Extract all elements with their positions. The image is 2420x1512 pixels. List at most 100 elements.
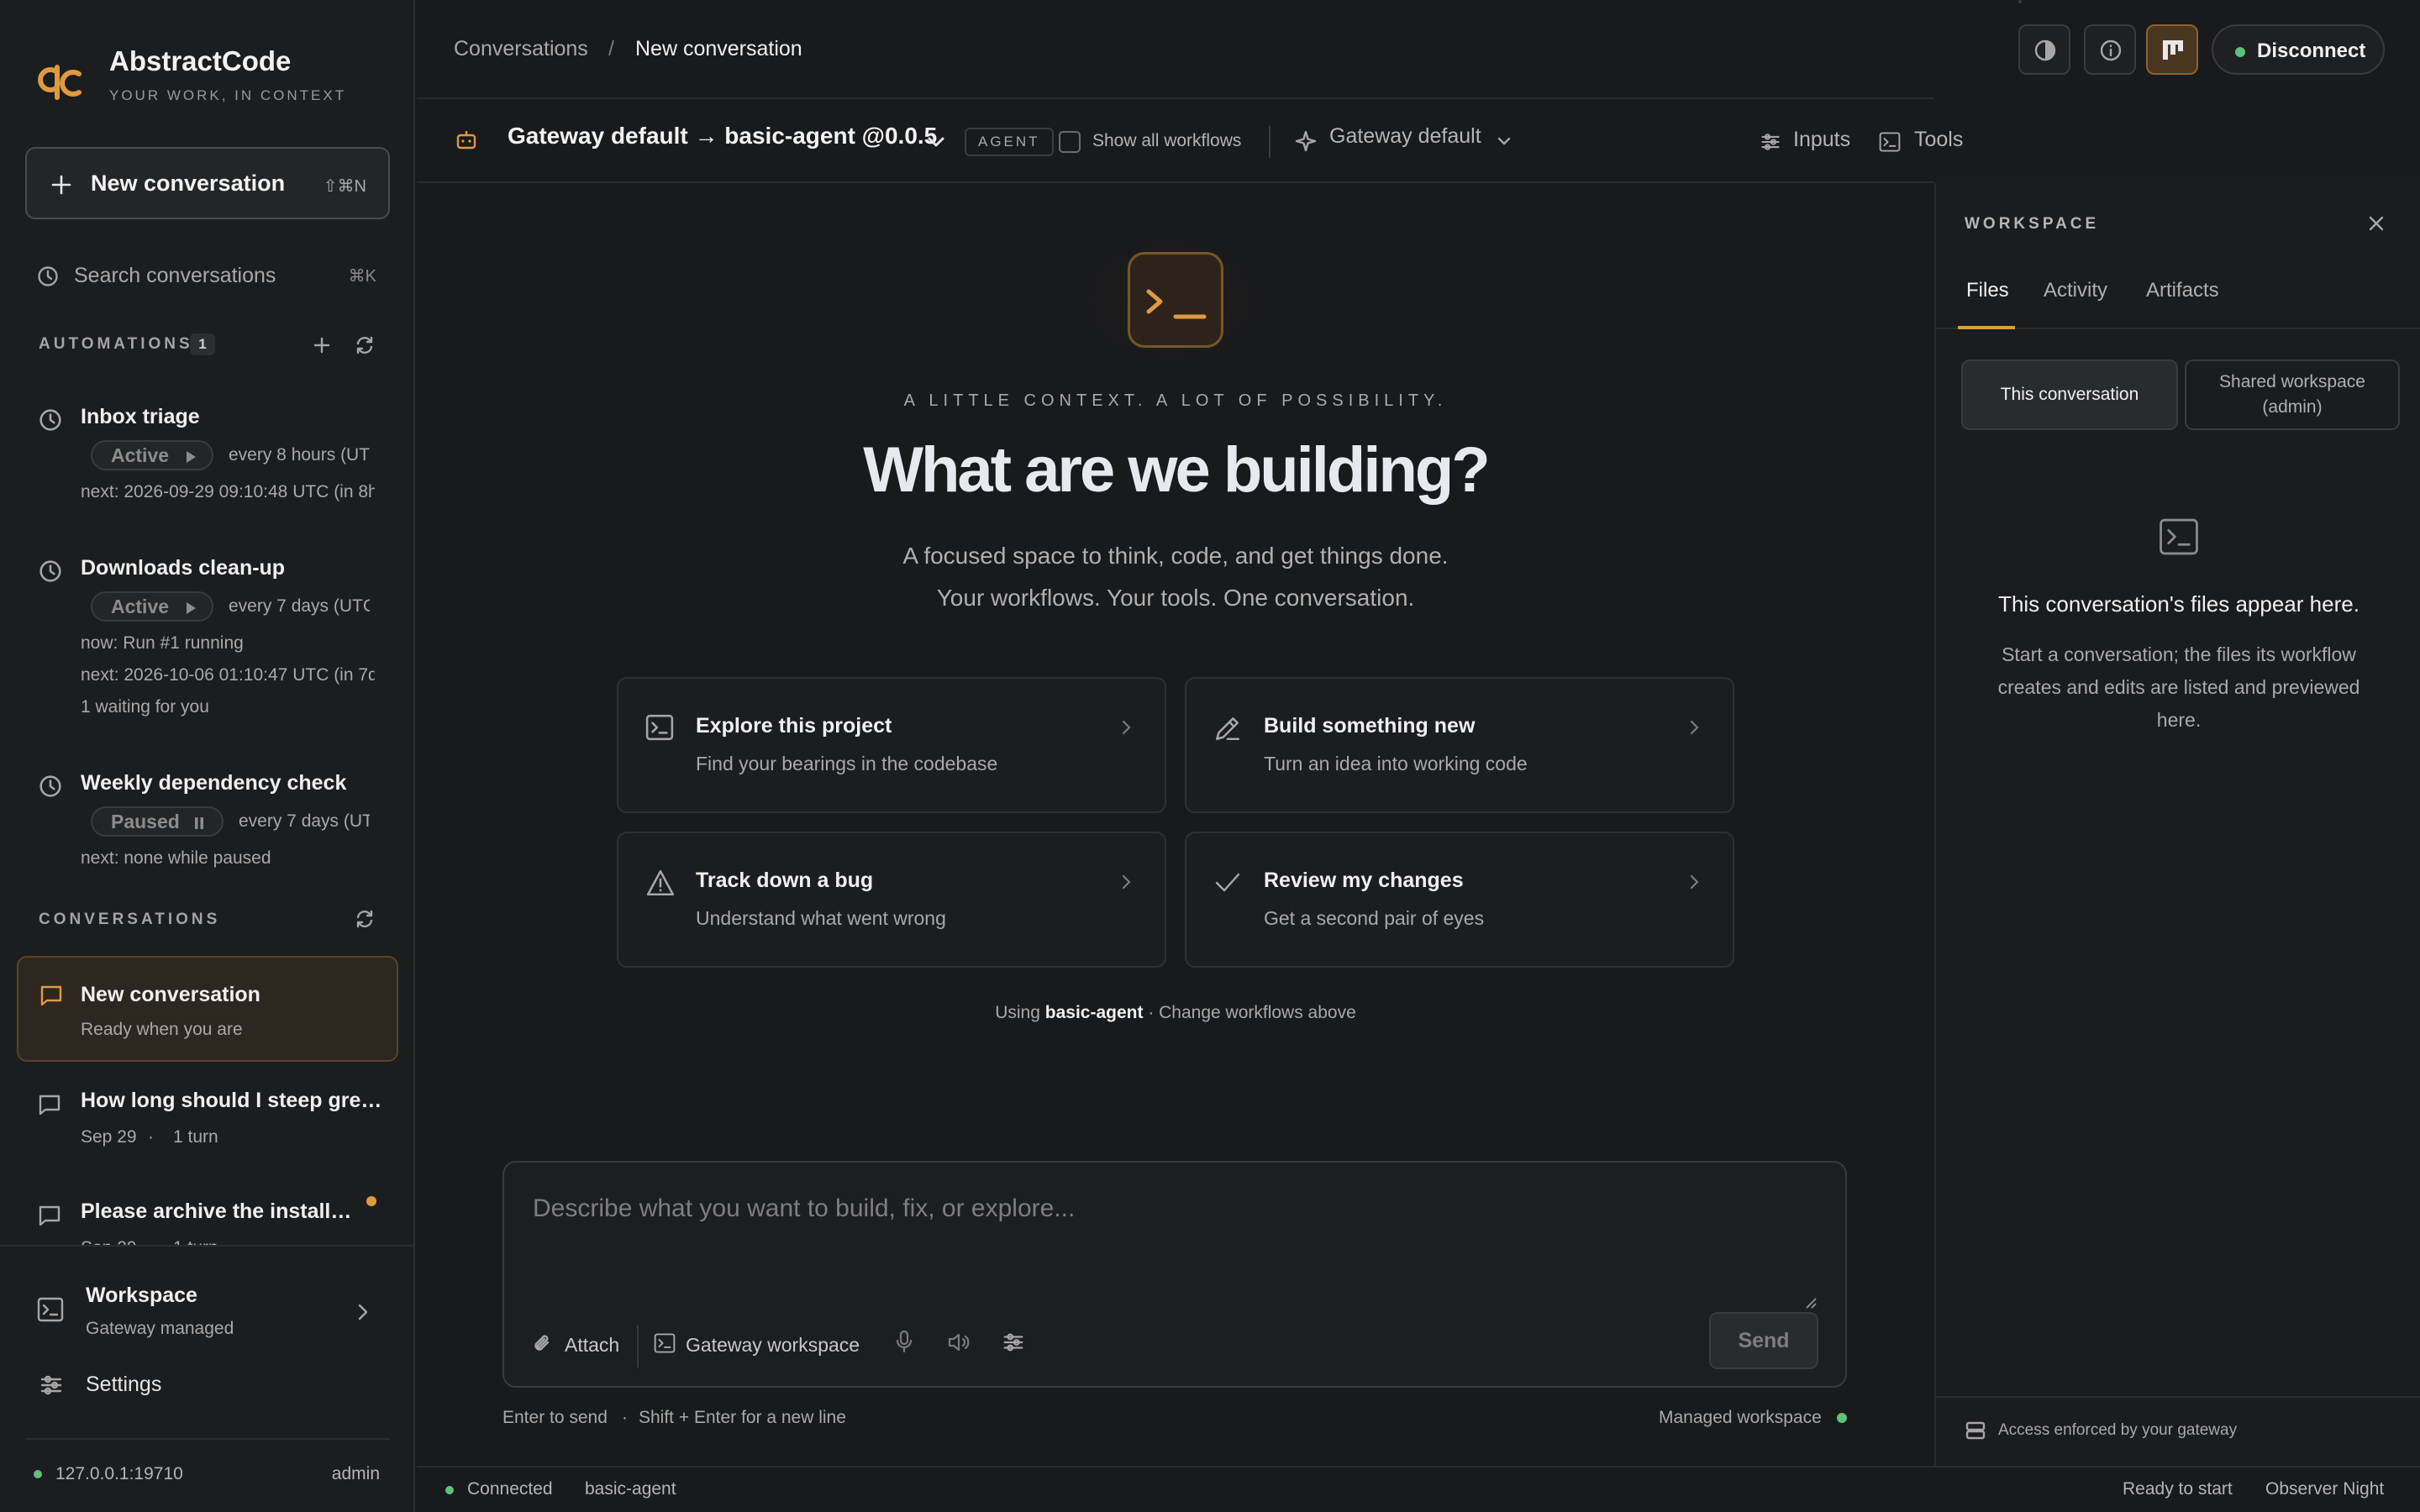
sliders-icon[interactable]: [1002, 1331, 1025, 1354]
show-all-checkbox[interactable]: [1059, 131, 1081, 153]
disconnect-label: Disconnect: [2257, 39, 2366, 62]
gateway-label: Gateway default: [1329, 124, 1481, 148]
hero-line-2: Your workflows. Your tools. One conversa…: [936, 585, 1415, 611]
chevron-right-icon: [1690, 874, 1699, 890]
tab-files[interactable]: Files: [1958, 262, 2015, 329]
app-tagline: YOUR WORK, IN CONTEXT: [109, 87, 347, 103]
theme-toggle-button[interactable]: [2018, 24, 2070, 75]
automation-item[interactable]: Downloads clean-up Active every 7 days (…: [0, 546, 415, 731]
managed-status-dot: [1837, 1413, 1847, 1423]
suggestion-card-bug[interactable]: Track down a bug Understand what went wr…: [617, 832, 1166, 968]
status-ready: Ready to start: [2123, 1479, 2233, 1499]
breadcrumb-separator: /: [608, 37, 614, 60]
automation-waiting: 1 waiting for you: [81, 697, 209, 717]
divider: [1936, 1396, 2420, 1398]
disconnect-button[interactable]: Disconnect: [2212, 24, 2385, 75]
scope-shared-label: Shared workspace (admin): [2219, 372, 2365, 417]
inputs-label: Inputs: [1793, 128, 1851, 151]
send-button[interactable]: Send: [1709, 1312, 1818, 1369]
automation-title: Downloads clean-up: [81, 556, 286, 580]
status-badge[interactable]: Active: [91, 591, 213, 622]
chevron-right-icon: [1690, 720, 1699, 735]
message-input[interactable]: Describe what you want to build, fix, or…: [533, 1194, 1075, 1223]
terminal-icon: [645, 714, 674, 741]
suggestion-card-explore[interactable]: Explore this project Find your bearings …: [617, 677, 1166, 813]
automations-count: 1: [190, 333, 215, 355]
divider: [0, 1245, 415, 1247]
managed-workspace-label: Managed workspace: [1659, 1408, 1822, 1427]
clock-icon: [39, 560, 61, 582]
status-connected: Connected: [467, 1479, 553, 1499]
conversation-item[interactable]: Please archive the installers Sep 29 · 1…: [17, 1191, 398, 1245]
tools-label: Tools: [1914, 128, 1964, 151]
gateway-selector[interactable]: Gateway default: [1329, 124, 1481, 161]
automation-next: next: 2026-10-06 01:10:47 UTC (in 7d): [81, 665, 375, 685]
agent-badge: AGENT: [965, 128, 1054, 156]
chat-icon: [39, 1095, 60, 1116]
refresh-conversations-icon[interactable]: [353, 907, 376, 931]
new-conversation-label: New conversation: [91, 171, 286, 196]
play-icon: [187, 451, 196, 463]
card-title: Build something new: [1264, 714, 1476, 738]
app-logo: [32, 55, 82, 102]
terminal-icon: [1879, 132, 1901, 152]
scope-this-conversation[interactable]: This conversation: [1961, 360, 2178, 430]
attach-label: Attach: [565, 1334, 620, 1356]
conversation-list: New conversation Ready when you are How …: [0, 953, 415, 1245]
suggestion-card-build[interactable]: Build something new Turn an idea into wo…: [1185, 677, 1734, 813]
card-title: Review my changes: [1264, 869, 1464, 892]
new-conversation-button[interactable]: New conversation ⇧⌘N: [25, 147, 390, 219]
status-badge[interactable]: Active: [91, 440, 213, 470]
conversation-item-active[interactable]: New conversation Ready when you are: [17, 956, 398, 1062]
add-automation-icon[interactable]: [311, 334, 333, 356]
settings-nav[interactable]: Settings: [0, 1361, 415, 1411]
hero-title: What are we building?: [863, 434, 1490, 506]
top-header: Conversations / New conversation: [417, 0, 2022, 99]
terminal-icon: [37, 1297, 64, 1322]
chat-icon: [40, 985, 62, 1006]
workflow-toolbar: Gateway default → basic-agent @0.0.5 AGE…: [417, 101, 1963, 183]
tab-artifacts[interactable]: Artifacts: [2146, 279, 2219, 302]
board-view-button[interactable]: [2146, 24, 2198, 75]
suggestion-card-review[interactable]: Review my changes Get a second pair of e…: [1185, 832, 1734, 968]
sliders-icon: [40, 1375, 62, 1395]
resize-handle-icon[interactable]: [1805, 1297, 1817, 1309]
status-agent: basic-agent: [585, 1479, 676, 1499]
automation-item[interactable]: Weekly dependency check Paused every 7 d…: [0, 761, 415, 879]
microphone-icon[interactable]: [894, 1329, 914, 1354]
close-icon[interactable]: [2366, 213, 2386, 234]
conversation-item[interactable]: How long should I steep green tea? Sep 2…: [17, 1080, 398, 1173]
status-bar: Connected basic-agent Ready to start Obs…: [417, 1466, 2420, 1512]
robot-icon: [456, 131, 476, 150]
plus-icon: [51, 175, 71, 195]
clock-icon: [38, 266, 58, 286]
workflow-selector[interactable]: Gateway default → basic-agent @0.0.5: [508, 123, 937, 160]
workspace-panel: WORKSPACE Files Activity Artifacts This …: [1934, 183, 2420, 1466]
status-theme[interactable]: Observer Night: [2265, 1479, 2384, 1499]
chevron-down-icon[interactable]: [926, 134, 946, 151]
conversation-turns: 1 turn: [173, 1127, 218, 1147]
connection-dot: [34, 1470, 42, 1478]
tab-activity[interactable]: Activity: [2044, 279, 2107, 302]
automation-schedule: every 7 days (UTC): [239, 811, 370, 831]
automation-item[interactable]: Inbox triage Active every 8 hours (UTC) …: [0, 395, 415, 512]
paperclip-icon: [534, 1335, 550, 1351]
chevron-down-icon[interactable]: [1496, 134, 1512, 150]
conversation-sep: ·: [148, 1238, 154, 1245]
refresh-automations-icon[interactable]: [353, 333, 376, 357]
divider: [25, 1438, 390, 1440]
info-button[interactable]: [2084, 24, 2136, 75]
show-all-label: Show all workflows: [1092, 131, 1242, 150]
status-badge[interactable]: Paused: [91, 806, 224, 837]
workspace-nav[interactable]: Workspace Gateway managed: [0, 1260, 415, 1361]
terminal-icon: [2160, 518, 2198, 555]
scope-shared-workspace[interactable]: Shared workspace (admin): [2185, 360, 2400, 430]
breadcrumb-conversations[interactable]: Conversations: [454, 37, 588, 61]
search-input[interactable]: Search conversations ⌘K: [25, 252, 390, 299]
search-placeholder: Search conversations: [74, 264, 276, 287]
unread-dot: [366, 1196, 376, 1206]
speaker-icon[interactable]: [946, 1331, 971, 1354]
tab-files-label: Files: [1966, 279, 2009, 302]
using-suffix[interactable]: · Change workflows above: [1148, 1003, 1355, 1022]
terminal-icon: [654, 1333, 676, 1353]
